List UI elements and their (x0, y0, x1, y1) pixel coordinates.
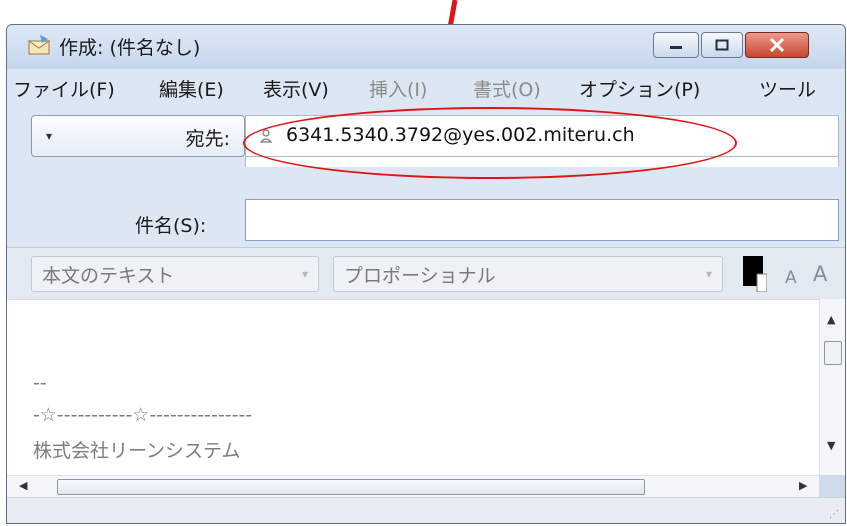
menu-format[interactable]: 書式(O) (473, 75, 541, 102)
maximize-button[interactable] (701, 32, 743, 58)
vertical-scroll-thumb[interactable] (824, 341, 842, 365)
menu-tools[interactable]: ツール (759, 75, 816, 102)
minimize-button[interactable] (653, 32, 699, 58)
subject-input[interactable] (245, 199, 839, 241)
scroll-down-icon[interactable]: ▼ (827, 439, 835, 452)
paragraph-style-value: 本文のテキスト (42, 265, 175, 287)
recipient-type-dropdown[interactable]: ▾ 宛先: (31, 115, 245, 157)
font-select-value: プロポーショナル (344, 265, 496, 287)
minimize-icon (670, 46, 682, 49)
font-smaller-button[interactable]: A (785, 268, 797, 288)
message-body[interactable]: -- -☆-----------☆--------------- 株式会社リーン… (7, 299, 819, 476)
font-larger-button[interactable]: A (813, 262, 827, 286)
chevron-down-icon: ▾ (301, 267, 308, 281)
format-toolbar: 本文のテキスト ▾ プロポーショナル ▾ A A (7, 247, 845, 300)
dropdown-caret-icon: ▾ (46, 129, 53, 143)
text-color-icon[interactable] (743, 256, 767, 292)
close-icon (769, 38, 785, 52)
font-select[interactable]: プロポーショナル ▾ (333, 256, 723, 292)
paragraph-style-select[interactable]: 本文のテキスト ▾ (31, 256, 319, 292)
horizontal-scroll-thumb[interactable] (57, 479, 645, 495)
horizontal-scrollbar[interactable]: ◀ ▶ (7, 475, 819, 498)
close-button[interactable] (745, 32, 809, 58)
subject-label: 件名(S): (135, 215, 207, 237)
title-bar: 作成: (件名なし) (7, 25, 845, 69)
compose-mail-icon (27, 35, 51, 55)
menu-file[interactable]: ファイル(F) (13, 75, 115, 102)
scroll-up-icon[interactable]: ▲ (827, 313, 835, 326)
scroll-right-icon[interactable]: ▶ (799, 479, 807, 492)
compose-window: 作成: (件名なし) ファイル(F) 編集(E) 表示(V) 挿入(I) 書式(… (6, 24, 846, 524)
window-title: 作成: (件名なし) (59, 37, 201, 59)
annotation-highlight-oval (243, 107, 737, 179)
to-label: 宛先: (185, 128, 230, 150)
signature-star-line: -☆-----------☆--------------- (33, 404, 253, 426)
chevron-down-icon: ▾ (705, 267, 712, 281)
menu-insert[interactable]: 挿入(I) (369, 75, 427, 102)
signature-company: 株式会社リーンシステム (33, 440, 241, 462)
status-bar: ⋰ (7, 497, 845, 523)
resize-grip-icon[interactable]: ⋰ (829, 509, 839, 520)
menu-options[interactable]: オプション(P) (579, 75, 700, 102)
menu-view[interactable]: 表示(V) (263, 75, 329, 102)
menu-edit[interactable]: 編集(E) (159, 75, 224, 102)
menu-bar: ファイル(F) 編集(E) 表示(V) 挿入(I) 書式(O) オプション(P)… (7, 69, 845, 105)
signature-separator: -- (33, 372, 47, 394)
vertical-scrollbar[interactable]: ▲ ▼ (819, 299, 845, 475)
maximize-icon (715, 39, 729, 51)
scroll-left-icon[interactable]: ◀ (19, 479, 27, 492)
